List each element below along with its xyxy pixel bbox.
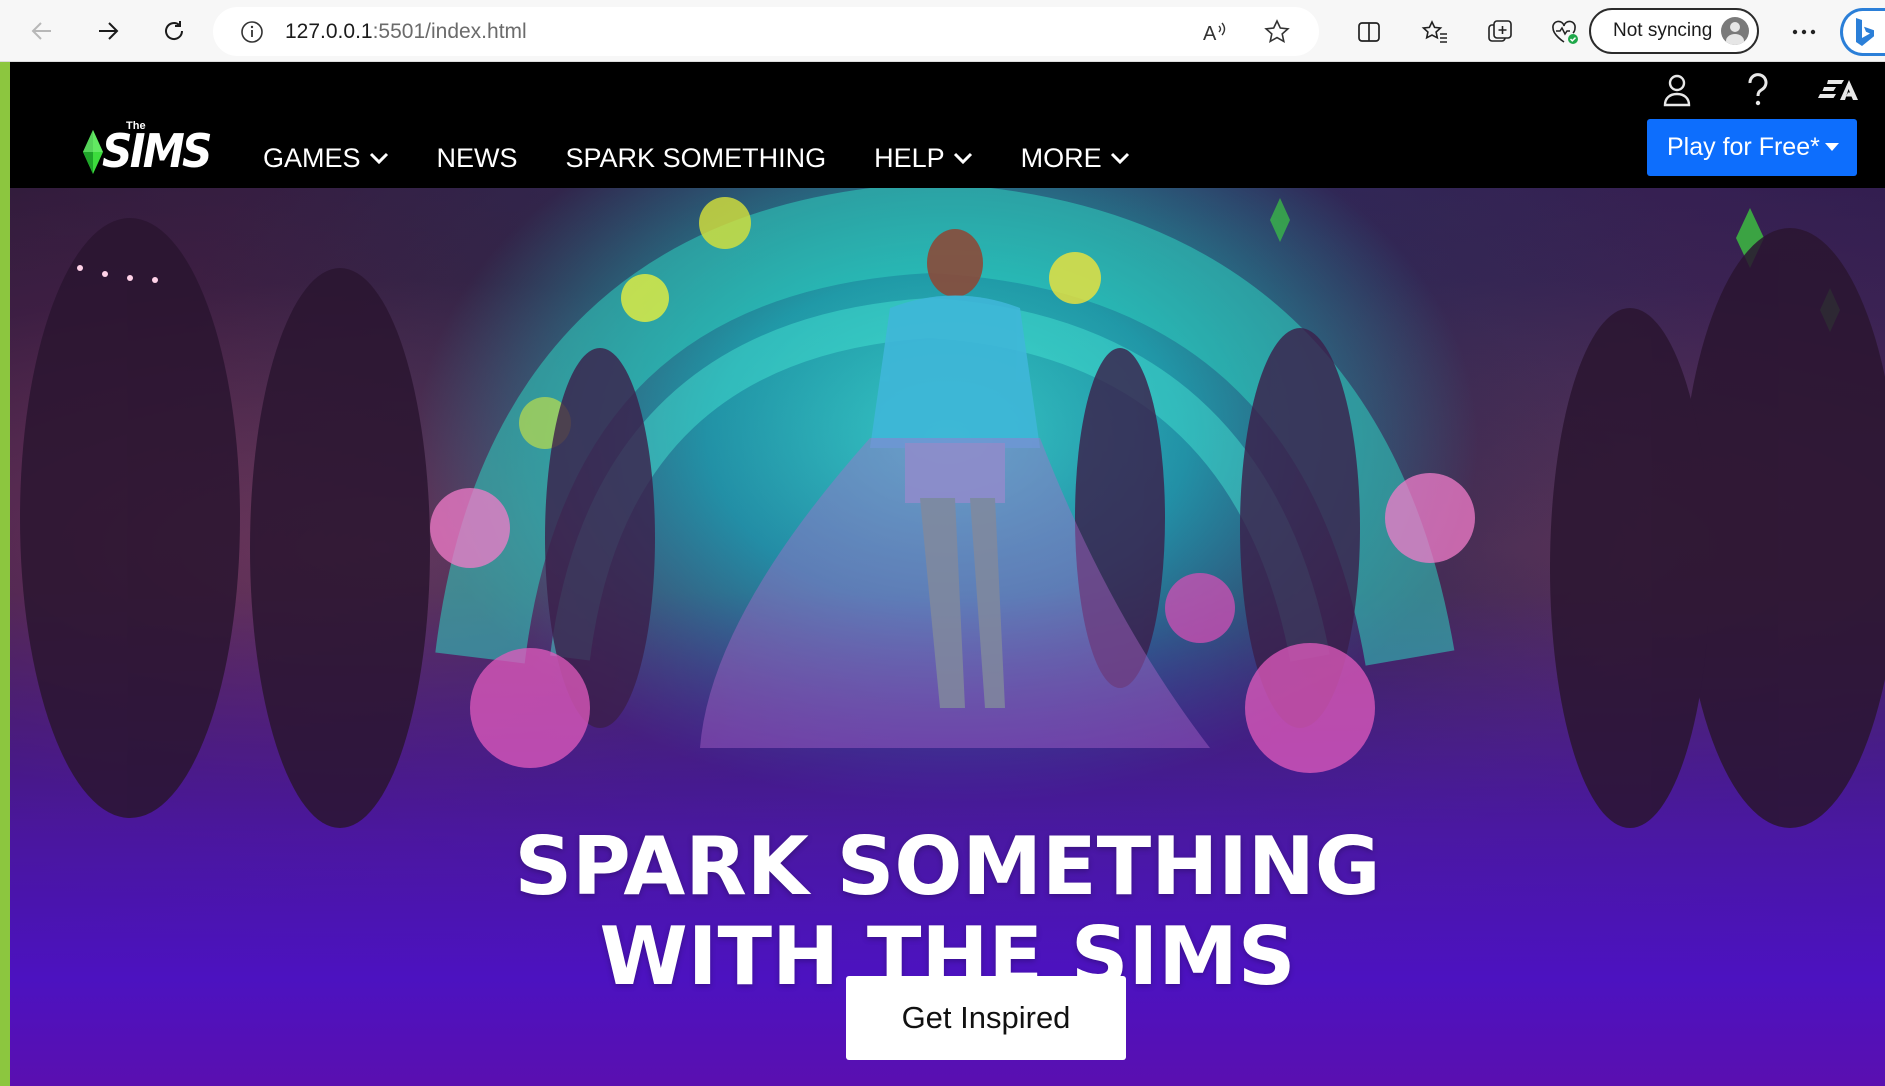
more-icon[interactable] bbox=[1784, 12, 1824, 52]
play-label: Play for Free* bbox=[1667, 133, 1820, 161]
url-text[interactable]: 127.0.0.1:5501/index.html bbox=[285, 7, 527, 56]
collections-icon[interactable] bbox=[1480, 12, 1520, 52]
nav-label: SPARK SOMETHING bbox=[565, 142, 827, 173]
url-path: :5501/index.html bbox=[372, 20, 527, 43]
cta-label: Get Inspired bbox=[901, 1000, 1071, 1035]
the-sims-logo[interactable]: The SIMS bbox=[78, 120, 218, 180]
nav-news[interactable]: NEWS bbox=[437, 143, 518, 174]
help-icon[interactable] bbox=[1736, 68, 1780, 112]
favorites-icon[interactable] bbox=[1415, 12, 1455, 52]
nav-label: HELP bbox=[874, 142, 945, 173]
play-for-free-button[interactable]: Play for Free* bbox=[1647, 119, 1857, 176]
ea-logo-icon[interactable] bbox=[1808, 68, 1868, 112]
nav-label: GAMES bbox=[263, 142, 361, 173]
sync-label: Not syncing bbox=[1613, 20, 1713, 41]
nav-label: MORE bbox=[1020, 142, 1102, 173]
refresh-icon[interactable] bbox=[152, 9, 196, 53]
nav-games[interactable]: GAMES bbox=[263, 143, 389, 174]
left-edge-strip bbox=[0, 62, 10, 1086]
logo-sims-text: SIMS bbox=[102, 124, 213, 178]
profile-avatar-icon bbox=[1721, 17, 1749, 45]
chevron-down-icon bbox=[1110, 151, 1130, 165]
bing-icon[interactable] bbox=[1840, 8, 1885, 56]
hero-title-line-1: SPARK SOMETHING bbox=[514, 819, 1381, 913]
address-bar[interactable]: 127.0.0.1:5501/index.html A bbox=[213, 7, 1319, 56]
split-screen-icon[interactable] bbox=[1349, 12, 1389, 52]
info-icon[interactable] bbox=[235, 15, 269, 49]
svg-text:A: A bbox=[1203, 23, 1217, 45]
site-header: The SIMS GAMES NEWS SPARK SOMETHING HELP… bbox=[10, 62, 1885, 188]
favorite-star-icon[interactable] bbox=[1260, 15, 1294, 49]
nav-label: NEWS bbox=[436, 142, 518, 173]
nav-spark-something[interactable]: SPARK SOMETHING bbox=[566, 143, 827, 174]
main-nav: GAMES NEWS SPARK SOMETHING HELP MORE bbox=[263, 130, 1178, 186]
nav-help[interactable]: HELP bbox=[874, 143, 973, 174]
sync-button[interactable]: Not syncing bbox=[1589, 8, 1759, 54]
chevron-down-icon bbox=[953, 151, 973, 165]
hero-banner: SPARK SOMETHING WITH THE SIMS Get Inspir… bbox=[10, 188, 1885, 1086]
nav-more[interactable]: MORE bbox=[1021, 143, 1130, 174]
get-inspired-button[interactable]: Get Inspired bbox=[846, 976, 1126, 1060]
back-icon[interactable] bbox=[20, 9, 64, 53]
plumbob-icon bbox=[83, 130, 103, 174]
browser-essentials-icon[interactable] bbox=[1545, 12, 1585, 52]
url-host: 127.0.0.1 bbox=[285, 20, 373, 43]
browser-toolbar: 127.0.0.1:5501/index.html A Not syncing bbox=[0, 0, 1885, 62]
hero-title: SPARK SOMETHING WITH THE SIMS bbox=[10, 819, 1885, 1002]
account-icon[interactable] bbox=[1655, 68, 1699, 112]
chevron-down-icon bbox=[369, 151, 389, 165]
forward-icon[interactable] bbox=[86, 9, 130, 53]
read-aloud-icon[interactable]: A bbox=[1198, 15, 1232, 49]
caret-down-icon bbox=[1825, 143, 1839, 151]
